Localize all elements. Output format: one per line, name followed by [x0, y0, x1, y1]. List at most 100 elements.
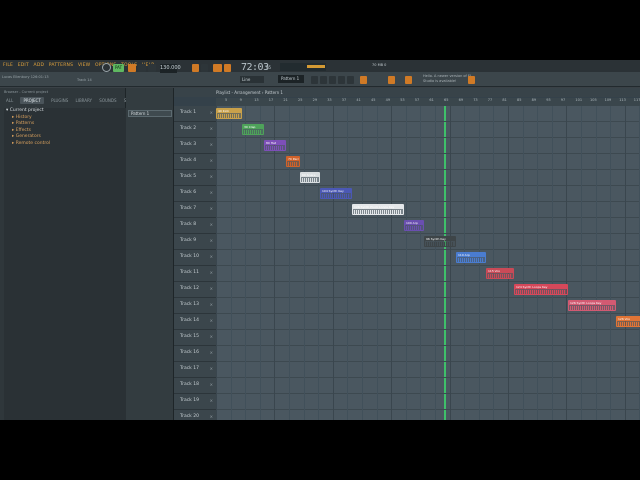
menu-add[interactable]: ADD [34, 63, 45, 68]
track-mute-icon[interactable]: × [210, 174, 213, 179]
track-mute-icon[interactable]: × [210, 110, 213, 115]
tree-item-remote-control[interactable]: ▸ Remote control [4, 141, 126, 148]
time-ruler[interactable]: 5 9 13 17 21 25 29 33 37 41 45 49 53 57 61 65 69 73 77 81 85… [216, 98, 640, 106]
wait-button[interactable] [201, 64, 208, 72]
track-mute-icon[interactable]: × [210, 286, 213, 291]
playlist-clip[interactable]: 126 Synth Pluck Loops Key [352, 204, 404, 215]
track-header[interactable]: Track 10 × [174, 250, 216, 266]
track-mute-icon[interactable]: × [210, 302, 213, 307]
online-icon[interactable] [388, 76, 395, 84]
track-mute-icon[interactable]: × [210, 382, 213, 387]
track-header[interactable]: Track 7 × [174, 202, 216, 218]
browser-tree: ▾ Current project ▸ History ▸ Patterns ▸… [4, 108, 126, 420]
track-mute-icon[interactable]: × [210, 254, 213, 259]
track-header[interactable]: Track 3 × [174, 138, 216, 154]
track-header[interactable]: Track 5 × [174, 170, 216, 186]
news-icon[interactable] [468, 76, 475, 84]
menu-file[interactable]: FILE [3, 63, 13, 68]
countdown-button[interactable] [213, 64, 222, 72]
track-header[interactable]: Track 12 × [174, 282, 216, 298]
track-header[interactable]: Track 20 × [174, 410, 216, 420]
ruler-tick: 33 [327, 98, 332, 102]
track-mute-icon[interactable]: × [210, 158, 213, 163]
menu-edit[interactable]: EDIT [18, 63, 29, 68]
track-header[interactable]: Track 11 × [174, 266, 216, 282]
track-mute-icon[interactable]: × [210, 334, 213, 339]
clip-title: 126 Vox [617, 317, 640, 321]
track-mute-icon[interactable]: × [210, 398, 213, 403]
tempo-display[interactable]: 130.000 [160, 64, 181, 73]
pattern-song-toggle[interactable]: PAT [113, 64, 124, 72]
track-header[interactable]: Track 4 × [174, 154, 216, 170]
track-header[interactable]: Track 2 × [174, 122, 216, 138]
grid-bar-line [478, 106, 480, 420]
track-header[interactable]: Track 19 × [174, 394, 216, 410]
track-header[interactable]: Track 1 × [174, 106, 216, 122]
piano-roll-window-icon[interactable] [320, 76, 327, 84]
tools-icon[interactable] [405, 76, 412, 84]
grid-bar-line [420, 106, 422, 420]
grid-bar-line [449, 106, 451, 420]
playlist-clip[interactable]: 110 Arp [456, 252, 486, 263]
track-name: Track 13 [180, 302, 199, 307]
master-volume-knob[interactable] [102, 63, 111, 72]
menu-patterns[interactable]: PATTERNS [49, 63, 73, 68]
track-mute-icon[interactable]: × [210, 366, 213, 371]
tab-sounds[interactable]: SOUNDS [99, 98, 116, 103]
tab-all[interactable]: ALL [6, 98, 13, 103]
track-header[interactable]: Track 14 × [174, 314, 216, 330]
tab-plugins[interactable]: PLUGINS [51, 98, 68, 103]
play-button[interactable] [128, 64, 136, 72]
playlist-clip[interactable]: 104 Synth Key [320, 188, 352, 199]
track-header[interactable]: Track 8 × [174, 218, 216, 234]
snap-select[interactable]: Line [240, 76, 264, 83]
track-mute-icon[interactable]: × [210, 190, 213, 195]
track-mute-icon[interactable]: × [210, 270, 213, 275]
playlist-clip[interactable]: 40 Kick [216, 108, 242, 119]
track-header[interactable]: Track 6 × [174, 186, 216, 202]
grid-bar-line [376, 106, 378, 420]
track-header[interactable]: Track 9 × [174, 234, 216, 250]
browser-window-icon[interactable] [347, 76, 354, 84]
record-button[interactable] [148, 64, 156, 72]
playlist-clip[interactable]: 126 Vox [616, 316, 640, 327]
track-mute-icon[interactable]: × [210, 206, 213, 211]
playlist-clip[interactable]: 60 Snare [300, 172, 320, 183]
stop-button[interactable] [138, 64, 146, 72]
track-header[interactable]: Track 13 × [174, 298, 216, 314]
playlist-clip[interactable]: 80 Hat [264, 140, 286, 151]
menu-view[interactable]: VIEW [78, 63, 91, 68]
arrangement-grid[interactable]: 40 Kick 30 Clap 80 Hat 70 Perc 60 Snare 104 S… [216, 106, 640, 420]
playlist-clip[interactable]: 115 Vox [486, 268, 514, 279]
plugin-picker-icon[interactable] [360, 76, 367, 84]
track-mute-icon[interactable]: × [210, 142, 213, 147]
playlist-clip[interactable]: 30 Clap [242, 124, 264, 135]
playlist-clip[interactable]: 100 Arp [404, 220, 424, 231]
loop-record-button[interactable] [224, 64, 231, 72]
mixer-window-icon[interactable] [338, 76, 345, 84]
playlist-clip[interactable]: 70 Perc [286, 156, 300, 167]
track-name: Track 10 [180, 254, 199, 259]
tab-project[interactable]: PROJECT [20, 97, 44, 104]
picker-item-pattern-1[interactable]: Pattern 1 [128, 110, 172, 117]
pattern-select[interactable]: Pattern 1 [278, 75, 304, 83]
channel-rack-window-icon[interactable] [329, 76, 336, 84]
playlist-clip[interactable]: 126 Synth Loops Key [568, 300, 616, 311]
track-mute-icon[interactable]: × [210, 350, 213, 355]
ruler-tick: 117 [633, 98, 640, 102]
playlist-clip[interactable]: 96 Synth Key [424, 236, 456, 247]
track-header[interactable]: Track 16 × [174, 346, 216, 362]
track-mute-icon[interactable]: × [210, 238, 213, 243]
track-header[interactable]: Track 15 × [174, 330, 216, 346]
track-mute-icon[interactable]: × [210, 222, 213, 227]
playlist-clip[interactable]: 124 Synth Loops Key [514, 284, 568, 295]
track-mute-icon[interactable]: × [210, 126, 213, 131]
metronome-button[interactable] [192, 64, 199, 72]
track-header[interactable]: Track 17 × [174, 362, 216, 378]
tab-library[interactable]: LIBRARY [76, 98, 92, 103]
track-name: Track 8 [180, 222, 197, 227]
track-header[interactable]: Track 18 × [174, 378, 216, 394]
track-mute-icon[interactable]: × [210, 414, 213, 419]
track-mute-icon[interactable]: × [210, 318, 213, 323]
playlist-window-icon[interactable] [311, 76, 318, 84]
